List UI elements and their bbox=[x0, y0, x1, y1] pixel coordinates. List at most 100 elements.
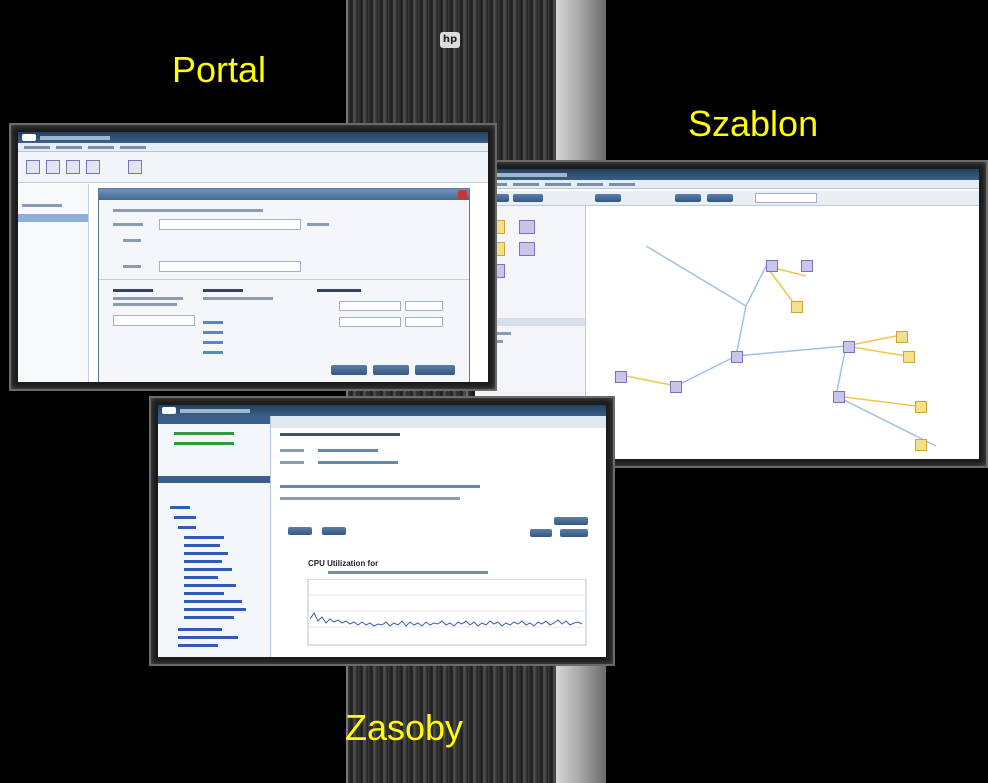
toolbar-field[interactable] bbox=[755, 193, 817, 203]
toolbar-icon[interactable] bbox=[66, 160, 80, 174]
tree-item[interactable] bbox=[178, 636, 238, 639]
diagram-node[interactable] bbox=[791, 301, 803, 313]
toolbar-icon[interactable] bbox=[46, 160, 60, 174]
resource-pool-link[interactable] bbox=[203, 341, 223, 344]
tree-item[interactable] bbox=[170, 506, 190, 509]
start-date-input[interactable] bbox=[339, 301, 401, 311]
create-service-dialog bbox=[98, 188, 470, 382]
hp-logo-icon: hp bbox=[440, 32, 460, 48]
chart-title: CPU Utilization for bbox=[308, 559, 379, 568]
notes-label bbox=[123, 239, 141, 242]
diagram-node[interactable] bbox=[670, 381, 682, 393]
status-text bbox=[174, 442, 234, 445]
diagram-node[interactable] bbox=[766, 260, 778, 272]
zasoby-content-header bbox=[271, 416, 606, 428]
toolbar-icon[interactable] bbox=[86, 160, 100, 174]
tree-item[interactable] bbox=[184, 560, 222, 563]
resource-pool-link[interactable] bbox=[203, 351, 223, 354]
action-button[interactable] bbox=[554, 517, 588, 525]
dialog-instructions bbox=[113, 209, 263, 212]
tree-item[interactable] bbox=[184, 616, 234, 619]
portal-menu-bar bbox=[18, 143, 488, 152]
diagram-node[interactable] bbox=[801, 260, 813, 272]
palette-item[interactable] bbox=[519, 220, 535, 234]
palette-item[interactable] bbox=[519, 242, 535, 256]
end-time-input[interactable] bbox=[405, 317, 443, 327]
destination-heading bbox=[113, 289, 153, 292]
szablon-toolbar bbox=[475, 191, 979, 206]
lease-period-heading bbox=[317, 289, 361, 292]
tree-item[interactable] bbox=[184, 576, 218, 579]
portal-toolbar bbox=[18, 152, 488, 183]
tree-item[interactable] bbox=[178, 644, 218, 647]
zasoby-screen: CPU Utilization for bbox=[149, 396, 615, 666]
tree-item[interactable] bbox=[178, 526, 196, 529]
toolbar-button[interactable] bbox=[675, 194, 701, 202]
close-icon[interactable] bbox=[458, 190, 467, 199]
content-title bbox=[280, 433, 400, 436]
property-value bbox=[318, 461, 398, 464]
diagram-node[interactable] bbox=[915, 439, 927, 451]
diagram-node[interactable] bbox=[615, 371, 627, 383]
portal-window bbox=[18, 132, 488, 382]
toolbar-button[interactable] bbox=[513, 194, 543, 202]
action-button[interactable] bbox=[530, 529, 552, 537]
tree-item[interactable] bbox=[184, 608, 246, 611]
end-date-input[interactable] bbox=[339, 317, 401, 327]
start-time-input[interactable] bbox=[405, 301, 443, 311]
tree-header bbox=[158, 416, 270, 424]
info-text bbox=[280, 485, 480, 488]
zasoby-window: CPU Utilization for bbox=[158, 405, 606, 657]
sidebar-item-selected[interactable] bbox=[18, 214, 88, 222]
dialog-title-bar bbox=[99, 189, 469, 200]
toolbar-button[interactable] bbox=[595, 194, 621, 202]
cost-label bbox=[307, 223, 329, 226]
action-button[interactable] bbox=[288, 527, 312, 535]
diagram-node[interactable] bbox=[731, 351, 743, 363]
resource-pool-heading bbox=[203, 289, 243, 292]
tree-item[interactable] bbox=[184, 568, 232, 571]
property-label bbox=[280, 449, 304, 452]
diagram-node[interactable] bbox=[833, 391, 845, 403]
toolbar-icon[interactable] bbox=[128, 160, 142, 174]
tree-item[interactable] bbox=[184, 592, 224, 595]
destination-input[interactable] bbox=[113, 315, 195, 326]
diagram-node[interactable] bbox=[915, 401, 927, 413]
dialog-divider bbox=[99, 279, 469, 280]
action-button[interactable] bbox=[322, 527, 346, 535]
property-value bbox=[318, 449, 378, 452]
tree-item[interactable] bbox=[184, 536, 224, 539]
email-input[interactable] bbox=[159, 261, 301, 272]
tree-item[interactable] bbox=[184, 544, 220, 547]
resource-pool-text bbox=[203, 297, 273, 300]
szablon-menu-bar bbox=[475, 180, 979, 189]
resource-pool-link[interactable] bbox=[203, 331, 223, 334]
resource-pool-link[interactable] bbox=[203, 321, 223, 324]
action-button[interactable] bbox=[560, 529, 588, 537]
diagram-node[interactable] bbox=[896, 331, 908, 343]
status-text bbox=[174, 432, 234, 435]
destination-text bbox=[113, 303, 177, 306]
portal-screen bbox=[9, 123, 497, 391]
diagram-node[interactable] bbox=[903, 351, 915, 363]
dialog-button[interactable] bbox=[373, 365, 409, 375]
toolbar-button[interactable] bbox=[707, 194, 733, 202]
caption-portal: Portal bbox=[172, 49, 267, 90]
tree-item[interactable] bbox=[184, 600, 242, 603]
dialog-button[interactable] bbox=[415, 365, 455, 375]
dialog-button[interactable] bbox=[331, 365, 367, 375]
tree-item[interactable] bbox=[184, 552, 228, 555]
chart-subtitle bbox=[328, 571, 488, 574]
destination-text bbox=[113, 297, 183, 300]
tree-item[interactable] bbox=[174, 516, 196, 519]
portal-sidebar bbox=[18, 184, 89, 382]
szablon-diagram-canvas[interactable] bbox=[586, 206, 979, 456]
toolbar-icon[interactable] bbox=[26, 160, 40, 174]
info-text bbox=[280, 497, 460, 500]
diagram-node[interactable] bbox=[843, 341, 855, 353]
service-name-input[interactable] bbox=[159, 219, 301, 230]
tree-item[interactable] bbox=[184, 584, 236, 587]
sidebar-item[interactable] bbox=[22, 204, 62, 207]
tree-item[interactable] bbox=[178, 628, 222, 631]
zasoby-tree-panel bbox=[158, 416, 271, 657]
